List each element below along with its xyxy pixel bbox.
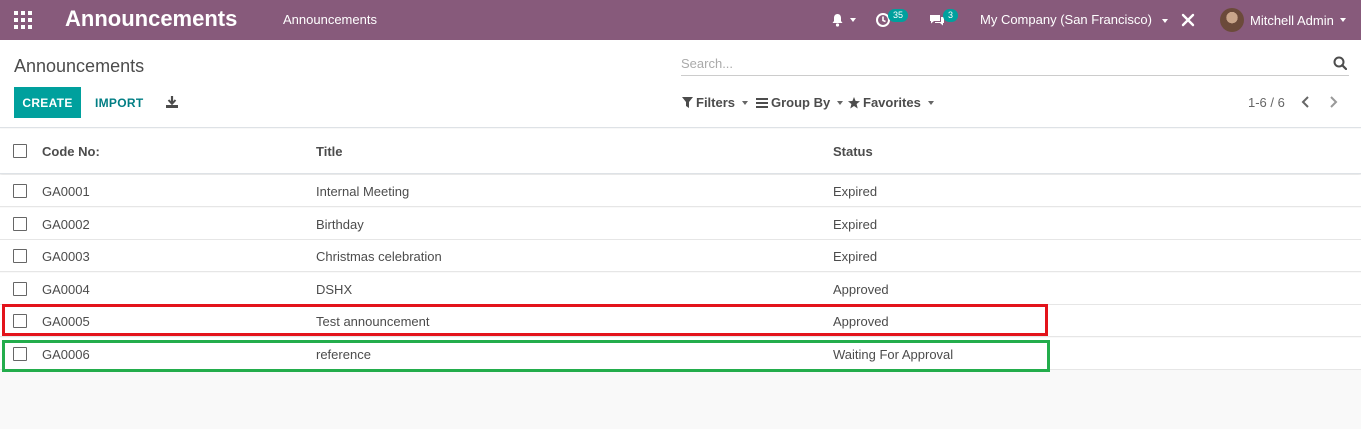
select-all-checkbox[interactable] — [13, 144, 27, 158]
table-row[interactable]: GA0004 DSHX Approved — [0, 273, 1361, 305]
code-cell: GA0002 — [42, 217, 90, 232]
caret-down-icon — [1161, 18, 1168, 23]
messages-button[interactable] — [929, 0, 945, 40]
filter-icon — [682, 97, 693, 108]
bell-icon — [832, 14, 843, 27]
column-header-status[interactable]: Status — [833, 144, 873, 159]
groupby-label: Group By — [771, 95, 831, 110]
table-row[interactable]: GA0005 Test announcement Approved — [0, 305, 1361, 337]
code-cell: GA0004 — [42, 282, 90, 297]
groupby-dropdown[interactable]: Group By — [756, 95, 844, 110]
pager-value[interactable]: 1-6 / 6 — [1248, 95, 1285, 110]
chevron-left-icon[interactable] — [1299, 95, 1313, 109]
messages-badge: 3 — [943, 9, 959, 22]
table-row[interactable]: GA0003 Christmas celebration Expired — [0, 240, 1361, 272]
company-switcher[interactable]: My Company (San Francisco) — [980, 12, 1168, 27]
app-brand[interactable]: Announcements — [65, 6, 237, 32]
title-cell: DSHX — [316, 282, 353, 297]
user-menu[interactable]: Mitchell Admin — [1220, 6, 1346, 34]
row-checkbox[interactable] — [13, 184, 27, 198]
activity-badge: 35 — [888, 9, 909, 22]
row-checkbox[interactable] — [13, 217, 27, 231]
caret-down-icon — [837, 100, 844, 105]
status-cell: Approved — [833, 282, 889, 297]
code-cell: GA0003 — [42, 249, 90, 264]
row-checkbox[interactable] — [13, 249, 27, 263]
create-button[interactable]: CREATE — [14, 87, 81, 118]
import-button[interactable]: IMPORT — [88, 87, 150, 118]
avatar — [1220, 8, 1244, 32]
star-icon — [848, 96, 860, 108]
title-cell: Birthday — [316, 217, 364, 232]
code-cell: GA0001 — [42, 184, 90, 199]
code-cell: GA0005 — [42, 314, 90, 329]
favorites-label: Favorites — [863, 95, 921, 110]
announcements-table: Code No: Title Status — [0, 129, 1361, 174]
column-header-title[interactable]: Title — [316, 144, 343, 159]
code-cell: GA0006 — [42, 347, 90, 362]
control-panel: Announcements CREATE IMPORT Filters Grou… — [0, 40, 1361, 128]
title-cell: Test announcement — [316, 314, 430, 329]
favorites-dropdown[interactable]: Favorites — [848, 95, 934, 110]
breadcrumb: Announcements — [14, 56, 145, 76]
caret-down-icon — [850, 18, 856, 22]
caret-down-icon — [1339, 18, 1346, 22]
title-cell: Internal Meeting — [316, 184, 410, 199]
title-cell: Christmas celebration — [316, 249, 442, 264]
list-icon — [756, 97, 768, 108]
top-navbar: Announcements Announcements 35 3 My Comp… — [0, 0, 1361, 40]
chevron-right-icon[interactable] — [1326, 95, 1340, 109]
status-cell: Expired — [833, 249, 878, 264]
row-checkbox[interactable] — [13, 347, 27, 361]
title-cell: reference — [316, 347, 371, 362]
status-cell: Expired — [833, 217, 878, 232]
search-bar — [681, 52, 1349, 76]
activity-button[interactable] — [876, 0, 890, 40]
status-cell: Expired — [833, 184, 878, 199]
company-name: My Company (San Francisco) — [980, 12, 1152, 27]
filters-label: Filters — [696, 95, 736, 110]
notifications-dropdown[interactable] — [831, 0, 856, 40]
user-name: Mitchell Admin — [1250, 12, 1334, 28]
download-icon[interactable] — [165, 95, 179, 109]
search-icon[interactable] — [1333, 56, 1347, 70]
row-checkbox[interactable] — [13, 314, 27, 328]
caret-down-icon — [927, 100, 934, 105]
tools-icon — [1181, 13, 1195, 27]
search-input[interactable] — [681, 54, 1321, 72]
table-row[interactable]: GA0002 Birthday Expired — [0, 208, 1361, 240]
status-cell: Approved — [833, 314, 889, 329]
row-checkbox[interactable] — [13, 282, 27, 296]
column-header-code[interactable]: Code No: — [42, 144, 100, 159]
debug-tools-button[interactable] — [1181, 0, 1195, 40]
menu-item-announcements[interactable]: Announcements — [283, 12, 377, 27]
table-header: Code No: Title Status — [0, 129, 1361, 174]
apps-menu-icon[interactable] — [14, 11, 32, 29]
status-cell: Waiting For Approval — [833, 347, 954, 362]
table-row[interactable]: GA0006 reference Waiting For Approval — [0, 338, 1361, 370]
filters-dropdown[interactable]: Filters — [682, 95, 749, 110]
caret-down-icon — [742, 100, 749, 105]
table-row[interactable]: GA0001 Internal Meeting Expired — [0, 175, 1361, 207]
